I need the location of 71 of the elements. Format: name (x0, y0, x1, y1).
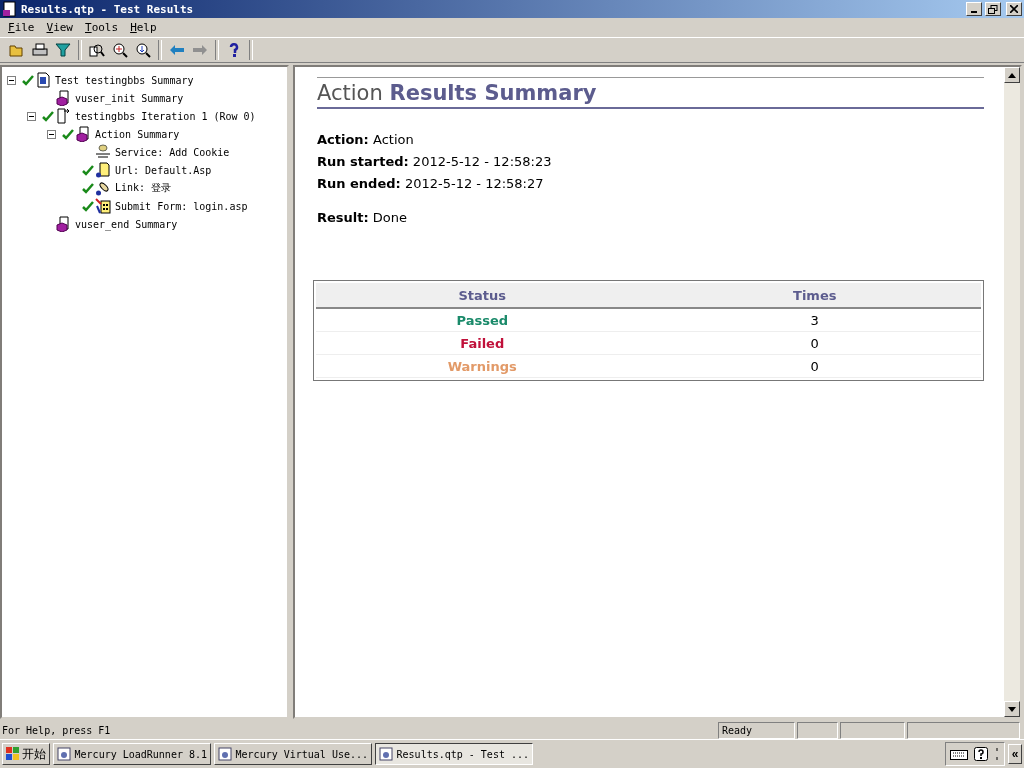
close-icon (1010, 5, 1018, 13)
minimize-button[interactable] (966, 2, 982, 16)
check-icon (81, 182, 94, 194)
vertical-scrollbar[interactable] (1004, 67, 1020, 717)
tree-item[interactable]: Link: 登录 (115, 181, 172, 195)
status-message: For Help, press F1 (1, 724, 112, 736)
status-pane (797, 721, 838, 739)
status-label: Failed (460, 335, 505, 351)
tree-item[interactable]: Action Summary (95, 128, 180, 140)
app-icon (379, 747, 393, 761)
start-button[interactable]: 开始 (2, 743, 50, 765)
page-arrow-icon (55, 108, 71, 124)
expand-toggle[interactable] (7, 75, 16, 85)
restore-button[interactable] (985, 2, 1001, 16)
tree-item[interactable]: Service: Add Cookie (115, 146, 230, 158)
taskbar-button[interactable]: Mercury LoadRunner 8.1 (53, 743, 211, 765)
keyboard-icon[interactable] (950, 748, 968, 760)
app-icon (2, 1, 18, 17)
check-icon (21, 74, 34, 86)
taskbar-button[interactable]: Mercury Virtual Use... (214, 743, 372, 765)
up-arrow-icon (1008, 72, 1016, 78)
column-header: Times (793, 287, 837, 303)
scroll-up-button[interactable] (1004, 67, 1020, 83)
tree-item[interactable]: vuser_end Summary (75, 218, 178, 230)
page-icon (95, 162, 111, 178)
menu-item[interactable]: Help (124, 21, 163, 34)
summary-field: Run started: 2012-5-12 - 12:58:23 (317, 151, 984, 173)
tree-item[interactable]: vuser_init Summary (75, 92, 184, 104)
script-cube-icon (55, 216, 71, 232)
menu-item[interactable]: View (40, 21, 79, 34)
window-title: Results.qtp - Test Results (21, 2, 195, 16)
page-heading: Action Results Summary (317, 81, 984, 109)
result-field: Result: Done (317, 210, 984, 225)
down-arrow-icon (1008, 706, 1016, 712)
app-icon (57, 747, 71, 761)
check-icon (61, 128, 74, 140)
restore-icon (988, 4, 998, 14)
column-header: Status (458, 287, 507, 303)
close-button[interactable] (1006, 2, 1022, 16)
check-icon (81, 164, 94, 176)
count-cell: 0 (810, 335, 819, 351)
show-hidden-icons-button[interactable]: « (1008, 744, 1022, 764)
status-label: Passed (456, 312, 509, 328)
document-icon (35, 72, 51, 88)
form-icon (95, 198, 111, 214)
app-icon (218, 747, 232, 761)
count-cell: 3 (810, 312, 819, 328)
help-icon[interactable] (974, 747, 988, 761)
status-pane (840, 721, 905, 739)
menu-item[interactable]: File (2, 21, 41, 34)
summary-field: Run ended: 2012-5-12 - 12:58:27 (317, 173, 984, 195)
windows-flag-icon (6, 747, 20, 761)
tree-item[interactable]: Url: Default.Asp (115, 164, 212, 176)
chain-link-icon (95, 180, 111, 196)
check-icon (81, 200, 94, 212)
status-pane: Ready (718, 721, 795, 739)
check-icon (41, 110, 54, 122)
tree-item[interactable]: Submit Form: login.asp (115, 200, 248, 212)
expand-toggle[interactable] (47, 129, 56, 139)
taskbar-button[interactable]: Results.qtp - Test ... (375, 743, 533, 765)
status-label: Warnings (447, 358, 517, 374)
tree-item[interactable]: Test testingbbs Summary (55, 74, 194, 86)
script-cube-icon (75, 126, 91, 142)
expand-toggle[interactable] (27, 111, 36, 121)
count-cell: 0 (810, 358, 819, 374)
cookie-service-icon (95, 144, 111, 160)
menu-item[interactable]: Tools (79, 21, 125, 34)
script-cube-icon (55, 90, 71, 106)
scroll-down-button[interactable] (1004, 701, 1020, 717)
summary-field: Action: Action (317, 129, 984, 151)
tree-item[interactable]: testingbbs Iteration 1 (Row 0) (75, 110, 256, 122)
